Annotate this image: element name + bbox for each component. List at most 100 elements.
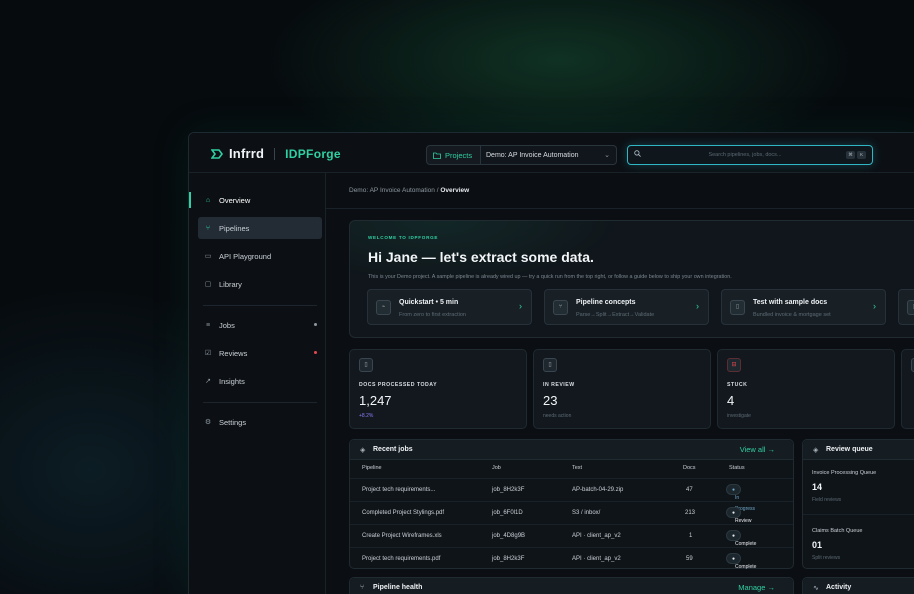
sidebar-item-pipelines[interactable]: ⑂ Pipelines (198, 217, 322, 239)
sidebar-item-insights[interactable]: ↗ Insights (198, 370, 322, 392)
guide-subtitle: From zero to first extraction (399, 312, 466, 318)
doc-icon: ▯ (730, 300, 745, 315)
guide-title: Pipeline concepts (576, 299, 636, 306)
guide-card-pipeline-concepts[interactable]: ⑂ Pipeline concepts Parse→Split→Extract→… (544, 289, 709, 325)
search-bar[interactable]: ⌘ K (627, 145, 873, 165)
cell-docs: 59 (686, 556, 693, 562)
library-icon: ▢ (204, 281, 212, 288)
pipeline-health-header: ⑂ Pipeline health Manage → (350, 578, 793, 594)
view-all-link[interactable]: View all → (740, 445, 775, 454)
queue-count: 14 (812, 482, 823, 492)
recent-jobs-panel: ◈ Recent jobs View all → Pipeline Job Te… (349, 439, 794, 570)
col-job[interactable]: Job (492, 465, 501, 471)
sidebar-item-label: Reviews (219, 348, 248, 358)
table-row[interactable]: Project tech requirements.pdf job_8H2k3F… (350, 547, 793, 570)
table-row[interactable]: Project tech requirements... job_8H2k3F … (350, 478, 793, 512)
guide-card-sample-docs[interactable]: ▯ Test with sample docs Bundled invoice … (721, 289, 886, 325)
pipeline-health-title: Pipeline health (373, 584, 423, 591)
shortcut-cmd-key: ⌘ (846, 151, 855, 159)
projects-button[interactable]: Projects (426, 145, 481, 165)
chevron-right-icon: › (873, 301, 876, 311)
stat-card-in-review[interactable]: ▯ IN REVIEW 23 needs action (533, 349, 711, 429)
queue-name: Invoice Processing Queue (812, 470, 877, 476)
review-queue-item[interactable]: Invoice Processing Queue 14 Field review… (803, 460, 914, 514)
guide-card-partial[interactable]: ▯ (898, 289, 914, 325)
status-badge: ● Review (726, 507, 751, 524)
cell-text: AP-batch-04-29.zip (572, 487, 624, 493)
chevron-right-icon: › (696, 301, 699, 311)
home-icon: ⌂ (205, 196, 211, 204)
review-queue-panel: ◈ Review queue Invoice Processing Queue … (802, 439, 914, 569)
breadcrumb-current: Overview (440, 187, 470, 194)
table-row[interactable]: Create Project Wireframes.xls job_4D8g9B… (350, 524, 793, 547)
welcome-kicker: WELCOME TO IDPFORGE (368, 235, 439, 240)
inbox-icon: ⊟ (727, 358, 741, 372)
recent-jobs-title: Recent jobs (373, 446, 413, 453)
sidebar: ⌂ Overview ⑂ Pipelines ▭ API Playground … (189, 173, 326, 594)
doc-icon: ▯ (359, 358, 373, 372)
sidebar-item-label: Jobs (219, 320, 235, 330)
branch-icon: ⑂ (553, 300, 568, 315)
jobs-indicator-dot (314, 323, 317, 326)
col-docs[interactable]: Docs (683, 465, 696, 471)
sidebar-item-label: Insights (219, 376, 245, 386)
sidebar-item-api-playground[interactable]: ▭ API Playground (198, 245, 322, 267)
brand-name: Infrrd (229, 146, 265, 161)
col-status[interactable]: Status (729, 465, 745, 471)
stat-value: 1,247 (359, 393, 392, 408)
queue-name: Claims Batch Queue (812, 528, 863, 534)
sidebar-item-overview[interactable]: ⌂ Overview (189, 189, 322, 211)
queue-subtext: Field reviews (812, 497, 842, 503)
arrow-right-icon: → (767, 445, 776, 454)
welcome-title: Hi Jane — let's extract some data. (368, 249, 594, 265)
cell-text: S3 / inbox/ (572, 510, 601, 516)
review-queue-item[interactable]: Claims Batch Queue 01 Split reviews (803, 514, 914, 568)
sidebar-item-reviews[interactable]: ☑ Reviews (198, 342, 322, 364)
cell-job: job_8H2k3F (492, 487, 525, 493)
list-icon: ≡ (205, 321, 211, 329)
col-pipeline[interactable]: Pipeline (362, 465, 382, 471)
stat-card-docs-processed[interactable]: ▯ DOCS PROCESSED TODAY 1,247 +8.2% (349, 349, 527, 429)
cell-pipeline: Completed Project Stylings.pdf (362, 510, 445, 516)
top-bar: Infrrd IDPForge Projects Demo: AP Invoic… (189, 133, 914, 173)
stat-value: 23 (543, 393, 558, 408)
stat-card-partial[interactable]: ▯ (901, 349, 914, 429)
queue-count: 01 (812, 540, 823, 550)
search-icon (634, 150, 641, 157)
project-select[interactable]: Demo: AP Invoice Automation ⌄ (481, 145, 617, 165)
manage-link[interactable]: Manage → (738, 583, 775, 592)
logo[interactable]: Infrrd IDPForge (211, 146, 341, 161)
layers-icon: ◈ (360, 447, 366, 454)
breadcrumb-parent[interactable]: Demo: AP Invoice Automation (349, 187, 435, 194)
status-badge: ● In Progress (726, 484, 755, 512)
chevron-down-icon: ⌄ (604, 152, 610, 159)
status-badge: ● Complete (726, 553, 756, 570)
pipeline-icon: ⑂ (205, 224, 211, 232)
welcome-card: WELCOME TO IDPFORGE Hi Jane — let's extr… (349, 220, 914, 338)
stat-label: STUCK (727, 382, 748, 388)
sidebar-item-label: Library (219, 279, 242, 289)
table-row[interactable]: Completed Project Stylings.pdf job_6F0l1… (350, 501, 793, 524)
main-content: Demo: AP Invoice Automation / Overview W… (326, 173, 914, 594)
sidebar-item-library[interactable]: ▢ Library (198, 273, 322, 295)
status-badge: ● Complete (726, 530, 756, 547)
cell-text: API · client_ap_v2 (572, 556, 621, 562)
review-queue-header: ◈ Review queue (803, 440, 914, 460)
search-input[interactable] (648, 149, 842, 161)
activity-icon: ∿ (813, 585, 819, 592)
cell-job: job_4D8g9B (492, 533, 526, 539)
recent-jobs-header: ◈ Recent jobs View all → (350, 440, 793, 460)
activity-panel: ∿ Activity (802, 577, 914, 594)
pipeline-health-panel: ⑂ Pipeline health Manage → (349, 577, 794, 594)
app-window: Infrrd IDPForge Projects Demo: AP Invoic… (188, 132, 914, 594)
sidebar-item-label: API Playground (219, 251, 272, 261)
doc-icon: ▯ (543, 358, 557, 372)
sidebar-divider (203, 402, 317, 403)
col-text[interactable]: Text (572, 465, 582, 471)
stat-card-stuck[interactable]: ⊟ STUCK 4 investigate (717, 349, 895, 429)
guide-card-quickstart[interactable]: ⌁ Quickstart • 5 min From zero to first … (367, 289, 532, 325)
sidebar-item-settings[interactable]: ⚙ Settings (198, 411, 322, 433)
stat-subtext: needs action (543, 413, 572, 419)
sidebar-item-jobs[interactable]: ≡ Jobs (198, 314, 322, 336)
table-header: Pipeline Job Text Docs Status (350, 460, 793, 478)
